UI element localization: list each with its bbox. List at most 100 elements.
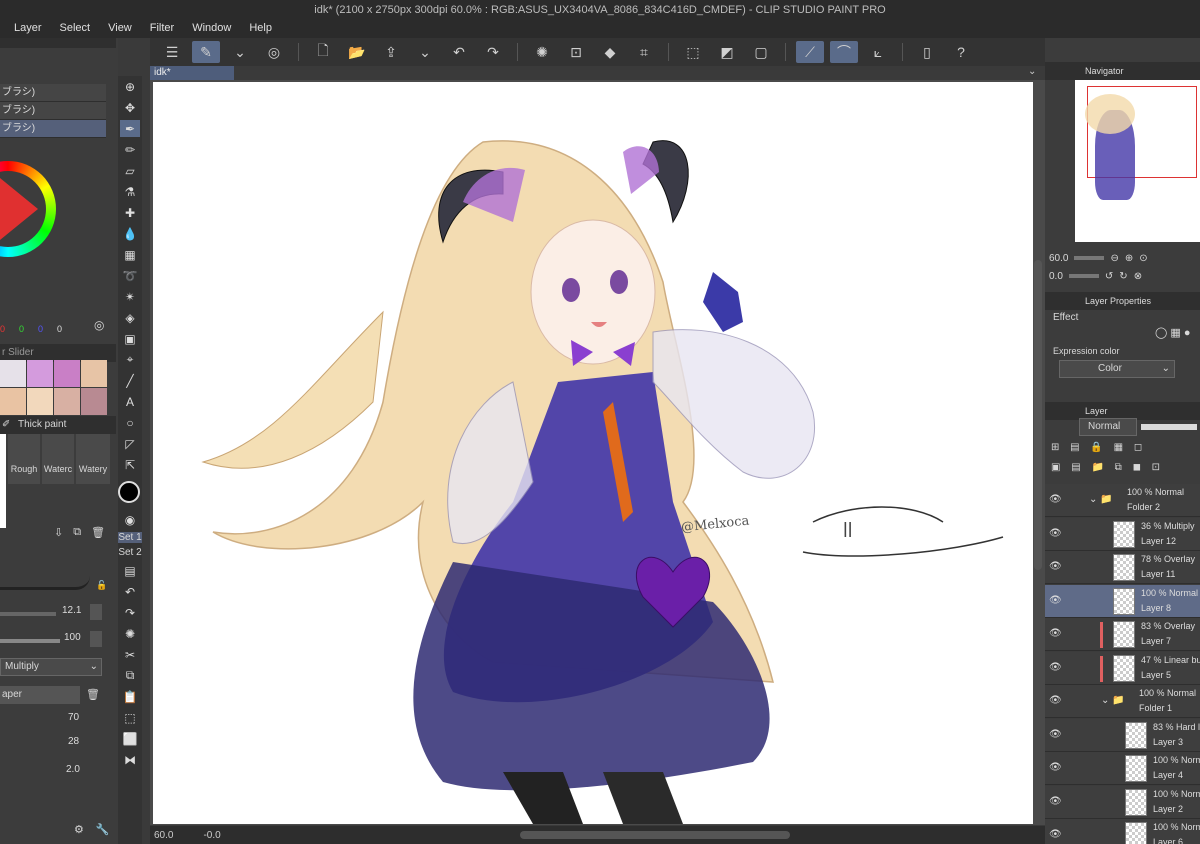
reset-rotation-icon[interactable]: ⊗: [1134, 271, 1142, 282]
brush-item[interactable]: ブラシ): [0, 84, 106, 102]
loading-icon[interactable]: ✺: [528, 41, 556, 63]
folder-icon[interactable]: ⌄ 📁: [1101, 695, 1125, 706]
menu-filter[interactable]: Filter: [150, 22, 174, 34]
edit-icon[interactable]: ✎: [192, 41, 220, 63]
visibility-eye-icon[interactable]: 👁: [1049, 829, 1062, 840]
text-icon[interactable]: A: [120, 393, 140, 410]
menu-icon[interactable]: ☰: [158, 41, 186, 63]
blend-icon[interactable]: 💧: [120, 225, 140, 242]
texture-scale-value[interactable]: 28: [68, 736, 79, 747]
texture-density-value[interactable]: 70: [68, 712, 79, 723]
zoom-out-icon[interactable]: ⊖: [1110, 253, 1118, 264]
subtool-watery[interactable]: Watery: [76, 434, 110, 484]
horizontal-scrollbar[interactable]: [520, 831, 790, 839]
opacity-value[interactable]: 100: [64, 632, 81, 643]
swatch[interactable]: [27, 360, 53, 387]
redo-icon[interactable]: ↷: [479, 41, 507, 63]
swatch[interactable]: [54, 360, 80, 387]
decoration-icon[interactable]: ✚: [120, 204, 140, 221]
duplicate-icon[interactable]: ⧉: [73, 526, 81, 539]
speech-icon[interactable]: ▤: [120, 562, 140, 579]
layer-folder-row[interactable]: 👁 ⌄ 📁 100 % Normal Folder 1: [1045, 685, 1200, 718]
visibility-eye-icon[interactable]: 👁: [1049, 494, 1062, 505]
brush-size-slider[interactable]: [0, 612, 56, 616]
gradient-icon[interactable]: ▣: [120, 330, 140, 347]
chevron-down-icon[interactable]: ⌄: [1028, 66, 1036, 77]
blend-mode-select[interactable]: Multiply ⌄: [0, 658, 102, 676]
transform-icon[interactable]: ⬚: [120, 709, 140, 726]
lock-icon[interactable]: 🔓: [96, 580, 107, 591]
clip-studio-icon[interactable]: ◎: [260, 41, 288, 63]
visibility-eye-icon[interactable]: 👁: [1049, 561, 1062, 572]
pen-icon[interactable]: ✒: [120, 120, 140, 137]
clear-icon[interactable]: ⊡: [562, 41, 590, 63]
opacity-dropdown[interactable]: [90, 631, 102, 647]
navigator-rotation-slider[interactable]: [1068, 274, 1099, 278]
balloon-icon[interactable]: ○: [120, 414, 140, 431]
invert-selection-icon[interactable]: ◩: [713, 41, 741, 63]
settings-icon[interactable]: ⚙: [74, 823, 84, 836]
crop-icon[interactable]: ⌗: [630, 41, 658, 63]
delete-icon[interactable]: 🗑: [86, 688, 100, 701]
chevron-down-icon[interactable]: ⌄: [226, 41, 254, 63]
rotation-value[interactable]: -0.0: [203, 830, 220, 841]
menu-help[interactable]: Help: [249, 22, 272, 34]
brush-item-selected[interactable]: ブラシ): [0, 120, 106, 138]
fill-icon[interactable]: ◆: [596, 41, 624, 63]
layer-row[interactable]: 👁 78 % Overlay Layer 11: [1045, 551, 1200, 584]
menu-select[interactable]: Select: [60, 22, 91, 34]
undo-icon[interactable]: ↶: [120, 583, 140, 600]
layer-row[interactable]: 👁 100 % Normal Layer 8: [1045, 584, 1200, 618]
chevron-down-icon[interactable]: ⌄: [411, 41, 439, 63]
help-icon[interactable]: ?: [947, 41, 975, 63]
menu-view[interactable]: View: [108, 22, 132, 34]
rotate-left-icon[interactable]: ↺: [1105, 271, 1113, 282]
zoom-in-icon[interactable]: ⊕: [1125, 253, 1133, 264]
redo-icon[interactable]: ↷: [120, 604, 140, 621]
deselect-icon[interactable]: ⬚: [679, 41, 707, 63]
paste-icon[interactable]: 📋: [120, 688, 140, 705]
navigator-zoom-value[interactable]: 60.0: [1049, 253, 1068, 264]
visibility-eye-icon[interactable]: 👁: [1049, 729, 1062, 740]
swatch[interactable]: [81, 388, 107, 415]
set-icon[interactable]: ◉: [120, 511, 140, 528]
zoom-icon[interactable]: ⊕: [120, 78, 140, 95]
perspective-snap-icon[interactable]: ⟀: [864, 41, 892, 63]
zoom-value[interactable]: 60.0: [154, 830, 173, 841]
pencil-icon[interactable]: ✏: [120, 141, 140, 158]
fill-bucket-icon[interactable]: ◈: [120, 309, 140, 326]
visibility-eye-icon[interactable]: 👁: [1049, 595, 1062, 606]
import-icon[interactable]: ⇩: [54, 526, 63, 539]
layer-row[interactable]: 👁 47 % Linear burn Layer 5: [1045, 651, 1200, 685]
export-icon[interactable]: ⇪: [377, 41, 405, 63]
brush-snap-icon[interactable]: ⌒: [830, 41, 858, 63]
paper-texture-field[interactable]: aper: [0, 686, 80, 704]
visibility-eye-icon[interactable]: 👁: [1049, 695, 1062, 706]
brush-item[interactable]: ブラシ): [0, 102, 106, 120]
navigator-preview[interactable]: [1075, 80, 1200, 242]
visibility-eye-icon[interactable]: 👁: [1049, 528, 1062, 539]
airbrush-icon[interactable]: ⚗: [120, 183, 140, 200]
new-file-icon[interactable]: 🗋: [309, 41, 337, 63]
drawing-canvas[interactable]: @Melxoca ꟾꟾ: [153, 82, 1033, 824]
subtool-watercolor[interactable]: Waterc: [42, 434, 74, 484]
lasso-icon[interactable]: ➰: [120, 267, 140, 284]
swatch[interactable]: [27, 388, 53, 415]
frame-icon[interactable]: ◸: [120, 435, 140, 452]
line-icon[interactable]: ╱: [120, 372, 140, 389]
scale-icon[interactable]: ⬜: [120, 730, 140, 747]
open-folder-icon[interactable]: 📂: [343, 41, 371, 63]
document-tab[interactable]: idk*: [150, 66, 234, 80]
magic-wand-icon[interactable]: ✴: [120, 288, 140, 305]
swatch[interactable]: [81, 360, 107, 387]
spacing-value[interactable]: 2.0: [66, 764, 80, 775]
visibility-eye-icon[interactable]: 👁: [1049, 796, 1062, 807]
navigator-rotation-value[interactable]: 0.0: [1049, 271, 1063, 282]
visibility-eye-icon[interactable]: 👁: [1049, 762, 1062, 773]
flip-icon[interactable]: ⧓: [120, 751, 140, 768]
operation-icon[interactable]: ⇱: [120, 456, 140, 473]
navigator-zoom-slider[interactable]: [1074, 256, 1105, 260]
move-icon[interactable]: ✥: [120, 99, 140, 116]
layer-folder-row[interactable]: 👁 ⌄ 📁 100 % Normal Folder 2: [1045, 484, 1200, 517]
layer-row[interactable]: 👁 100 % Normal Layer 4: [1045, 752, 1200, 785]
